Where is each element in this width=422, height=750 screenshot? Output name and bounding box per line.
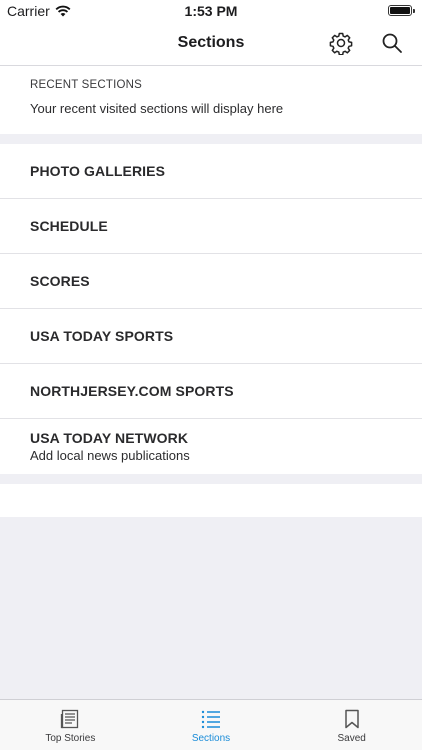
tab-saved[interactable]: Saved bbox=[281, 700, 422, 750]
section-item-northjersey-sports[interactable]: NORTHJERSEY.COM SPORTS bbox=[0, 364, 422, 419]
status-bar: Carrier 1:53 PM bbox=[0, 0, 422, 22]
section-item-label: NORTHJERSEY.COM SPORTS bbox=[30, 383, 234, 399]
search-icon[interactable] bbox=[379, 30, 405, 56]
section-item-label: SCHEDULE bbox=[30, 218, 108, 234]
list-footer bbox=[0, 484, 422, 517]
tab-bar: Top Stories Sections Saved bbox=[0, 699, 422, 750]
tab-label: Top Stories bbox=[45, 733, 96, 744]
page-title: Sections bbox=[177, 34, 245, 51]
sections-content: RECENT SECTIONS Your recent visited sect… bbox=[0, 66, 422, 699]
battery-icon bbox=[388, 5, 415, 16]
section-item-label: USA TODAY NETWORK bbox=[30, 430, 189, 446]
navigation-bar: Sections bbox=[0, 22, 422, 66]
tab-label: Sections bbox=[191, 733, 231, 744]
sections-list: PHOTO GALLERIES SCHEDULE SCORES USA TODA… bbox=[0, 144, 422, 474]
tab-sections[interactable]: Sections bbox=[141, 700, 282, 750]
list-icon bbox=[201, 710, 220, 729]
section-item-label: PHOTO GALLERIES bbox=[30, 163, 166, 179]
section-item-schedule[interactable]: SCHEDULE bbox=[0, 199, 422, 254]
section-item-photo-galleries[interactable]: PHOTO GALLERIES bbox=[0, 144, 422, 199]
section-item-usa-today-network[interactable]: USA TODAY NETWORK Add local news publica… bbox=[0, 419, 422, 474]
section-item-scores[interactable]: SCORES bbox=[0, 254, 422, 309]
recent-sections-heading: RECENT SECTIONS bbox=[30, 79, 143, 91]
section-item-label: SCORES bbox=[30, 273, 90, 289]
tab-top-stories[interactable]: Top Stories bbox=[0, 700, 141, 750]
status-time: 1:53 PM bbox=[184, 3, 238, 19]
section-item-label: USA TODAY SPORTS bbox=[30, 328, 174, 344]
tab-label: Saved bbox=[337, 733, 366, 744]
recent-sections-placeholder: Your recent visited sections will displa… bbox=[30, 101, 284, 116]
bookmark-icon bbox=[344, 709, 359, 729]
gear-icon[interactable] bbox=[328, 30, 354, 56]
section-item-usa-today-sports[interactable]: USA TODAY SPORTS bbox=[0, 309, 422, 364]
recent-sections: RECENT SECTIONS Your recent visited sect… bbox=[0, 66, 422, 134]
newspaper-icon bbox=[61, 709, 79, 729]
section-item-subtitle: Add local news publications bbox=[30, 448, 190, 463]
